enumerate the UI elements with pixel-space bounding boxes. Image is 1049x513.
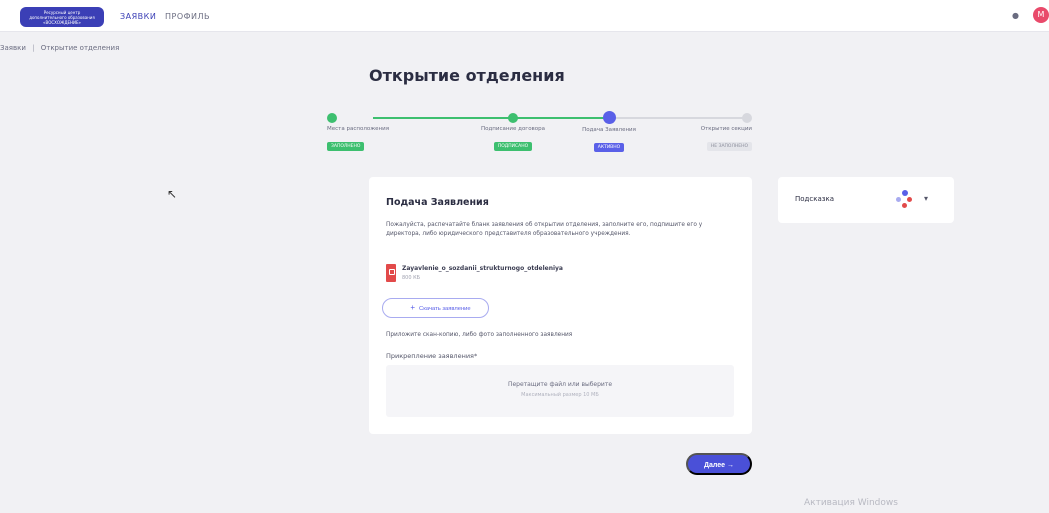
mouse-cursor-icon: ↖ — [167, 187, 178, 201]
chevron-down-icon[interactable]: ▾ — [924, 194, 934, 204]
pdf-file-icon — [386, 264, 396, 282]
dropzone-text: Перетащите файл или выберите — [507, 381, 613, 388]
plus-icon: + — [410, 303, 416, 312]
template-file[interactable]: Zayavlenie_o_sozdanii_strukturnogo_otdel… — [386, 264, 686, 284]
attach-description: Приложите скан-копию, либо фото заполнен… — [386, 332, 573, 338]
next-button[interactable]: Далее → — [686, 453, 752, 475]
step-badge: ПОДПИСАНО — [493, 142, 533, 151]
step-contract[interactable]: Подписание договора ПОДПИСАНО — [473, 108, 553, 151]
page-title: Открытие отделения — [369, 66, 565, 85]
hint-balloons-icon — [896, 190, 914, 210]
step-label: Подача Заявления — [582, 127, 636, 133]
file-name[interactable]: Zayavlenie_o_sozdanii_strukturnogo_otdel… — [402, 265, 563, 272]
card-description: Пожалуйста, распечатайте бланк заявления… — [386, 222, 703, 237]
step-opening: Открытие секции НЕ ЗАПОЛНЕНО — [672, 108, 752, 151]
card-title: Подача Заявления — [386, 197, 489, 208]
step-badge: АКТИВНО — [593, 143, 625, 152]
nav-link-profile[interactable]: ПРОФИЛЬ — [165, 12, 210, 21]
step-badge: НЕ ЗАПОЛНЕНО — [706, 142, 752, 151]
step-dot-pending — [742, 113, 752, 123]
step-location[interactable]: Места расположения ЗАПОЛНЕНО — [327, 108, 407, 151]
step-dot-current — [602, 111, 616, 124]
step-dot-done — [508, 113, 518, 123]
file-dropzone[interactable]: Перетащите файл или выберите Максимальны… — [386, 365, 734, 417]
logo[interactable]: Ресурсный центр дополнительного образова… — [20, 7, 104, 27]
hint-label: Подсказка — [795, 195, 834, 203]
attachment-field-label: Прикрепление заявления* — [386, 352, 478, 360]
progress-stepper: Места расположения ЗАПОЛНЕНО Подписание … — [327, 108, 752, 158]
hint-card[interactable]: Подсказка ▾ — [778, 177, 954, 223]
download-button-label: Скачать заявление — [419, 306, 471, 312]
avatar[interactable]: М — [1033, 7, 1049, 23]
step-dot-done — [327, 113, 337, 123]
windows-activation-watermark: Активация Windows — [804, 498, 898, 508]
application-card: Подача Заявления Пожалуйста, распечатайт… — [369, 177, 752, 434]
breadcrumb-item-current: Открытие отделения — [40, 44, 120, 52]
breadcrumb-item-requests[interactable]: Заявки — [0, 44, 26, 52]
step-label: Места расположения — [327, 126, 390, 132]
download-application-button[interactable]: + Скачать заявление — [382, 298, 489, 318]
step-badge: ЗАПОЛНЕНО — [327, 142, 365, 151]
bell-icon[interactable]: ● — [1012, 11, 1022, 21]
file-size: 800 КБ — [402, 275, 421, 281]
dropzone-size-hint: Максимальный размер 10 МБ — [521, 392, 599, 398]
nav-link-requests[interactable]: ЗАЯВКИ — [120, 12, 156, 21]
breadcrumb: Заявки | Открытие отделения — [0, 44, 119, 52]
breadcrumb-separator: | — [32, 44, 35, 52]
step-label: Подписание договора — [480, 126, 546, 132]
top-navigation-bar: Ресурсный центр дополнительного образова… — [0, 0, 1049, 32]
step-label: Открытие секции — [700, 126, 752, 132]
step-application[interactable]: Подача Заявления АКТИВНО — [569, 108, 649, 152]
